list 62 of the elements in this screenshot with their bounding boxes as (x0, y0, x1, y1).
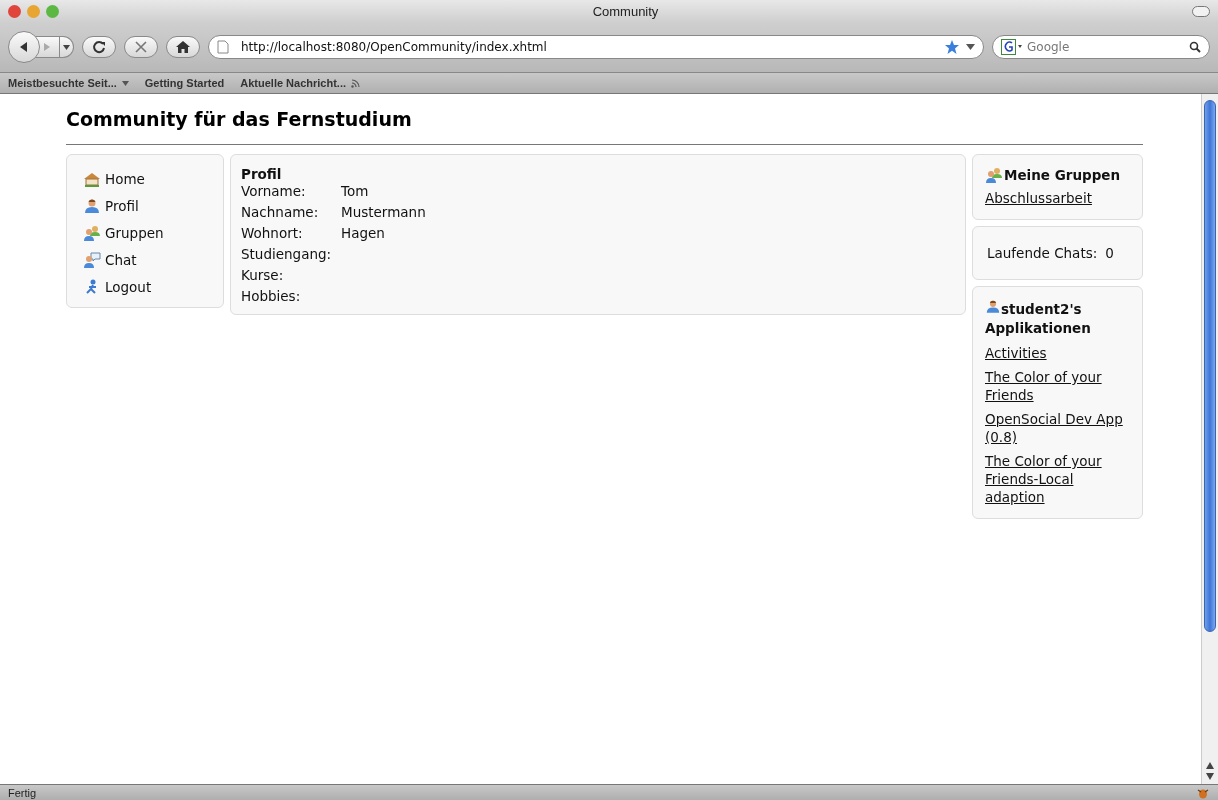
stop-button[interactable] (124, 36, 158, 58)
reload-button[interactable] (82, 36, 116, 58)
person-icon (83, 198, 101, 214)
application-link[interactable]: The Color of your Friends-Local adaption (985, 452, 1130, 506)
group-link[interactable]: Abschlussarbeit (985, 189, 1130, 207)
search-icon[interactable] (1189, 41, 1201, 53)
close-button[interactable] (8, 4, 21, 18)
home-icon (176, 41, 190, 53)
window-title: Community (591, 3, 660, 19)
search-field[interactable]: Google (992, 35, 1210, 59)
reload-icon (92, 40, 106, 54)
status-text: Fertig (8, 786, 37, 799)
back-arrow-icon (18, 41, 30, 53)
forward-arrow-icon (42, 42, 52, 52)
field-label: Wohnort: (241, 224, 304, 243)
search-engine-icon[interactable] (1001, 39, 1023, 55)
field-label: Nachname: (241, 203, 320, 222)
nav-link[interactable]: Chat (83, 252, 213, 268)
toolbar-toggle-button[interactable] (1192, 5, 1210, 17)
feed-icon (351, 78, 361, 88)
field-label: Kurse: (241, 266, 285, 285)
field-label: Hobbies: (241, 287, 302, 306)
chats-label: Laufende Chats: (987, 245, 1098, 261)
bookmark-item[interactable]: Getting Started (144, 77, 225, 89)
home-button[interactable] (166, 36, 200, 58)
field-value: Hagen (341, 224, 386, 243)
scroll-up-icon[interactable] (1206, 762, 1214, 769)
people-icon (83, 225, 101, 241)
scrollbar[interactable] (1201, 94, 1218, 784)
nav-link[interactable]: Profil (83, 198, 213, 214)
field-value: Tom (341, 182, 370, 201)
history-dropdown-button[interactable] (60, 36, 74, 58)
chats-count: 0 (1105, 245, 1114, 261)
person-icon (985, 299, 1001, 314)
field-value: Mustermann (341, 203, 427, 222)
person-speech-bubble-icon (83, 252, 101, 268)
people-icon (985, 167, 1003, 183)
page-icon (217, 40, 229, 54)
caret-icon (121, 80, 129, 86)
section-title: Meine Gruppen (1004, 167, 1121, 183)
nav-link[interactable]: Home (83, 171, 213, 187)
field-label: Vorname: (241, 182, 307, 201)
application-link[interactable]: OpenSocial Dev App (0.8) (985, 410, 1130, 446)
nav-link[interactable]: Gruppen (83, 225, 213, 241)
page-title: Community für das Fernstudium (66, 108, 413, 130)
house-icon (83, 171, 101, 187)
bookmark-item[interactable]: Meistbesuchte Seit... (8, 77, 129, 89)
star-icon[interactable] (944, 39, 960, 55)
section-title: Profil (241, 166, 283, 182)
scroll-thumb[interactable] (1204, 100, 1216, 632)
application-link[interactable]: Activities (985, 344, 1130, 362)
bookmark-item[interactable]: Aktuelle Nachricht... (240, 77, 361, 89)
caret-icon[interactable] (966, 44, 975, 50)
back-button[interactable] (8, 31, 40, 63)
application-link[interactable]: The Color of your Friends (985, 368, 1130, 404)
scroll-down-icon[interactable] (1206, 773, 1214, 780)
caret-icon (63, 44, 70, 50)
field-label: Studiengang: (241, 245, 333, 264)
nav-link[interactable]: Logout (83, 279, 213, 295)
close-icon (135, 41, 147, 53)
address-field[interactable]: http://localhost:8080/OpenCommunity/index.xhtml (208, 35, 984, 59)
section-title: student2's Applikationen (985, 299, 1092, 338)
